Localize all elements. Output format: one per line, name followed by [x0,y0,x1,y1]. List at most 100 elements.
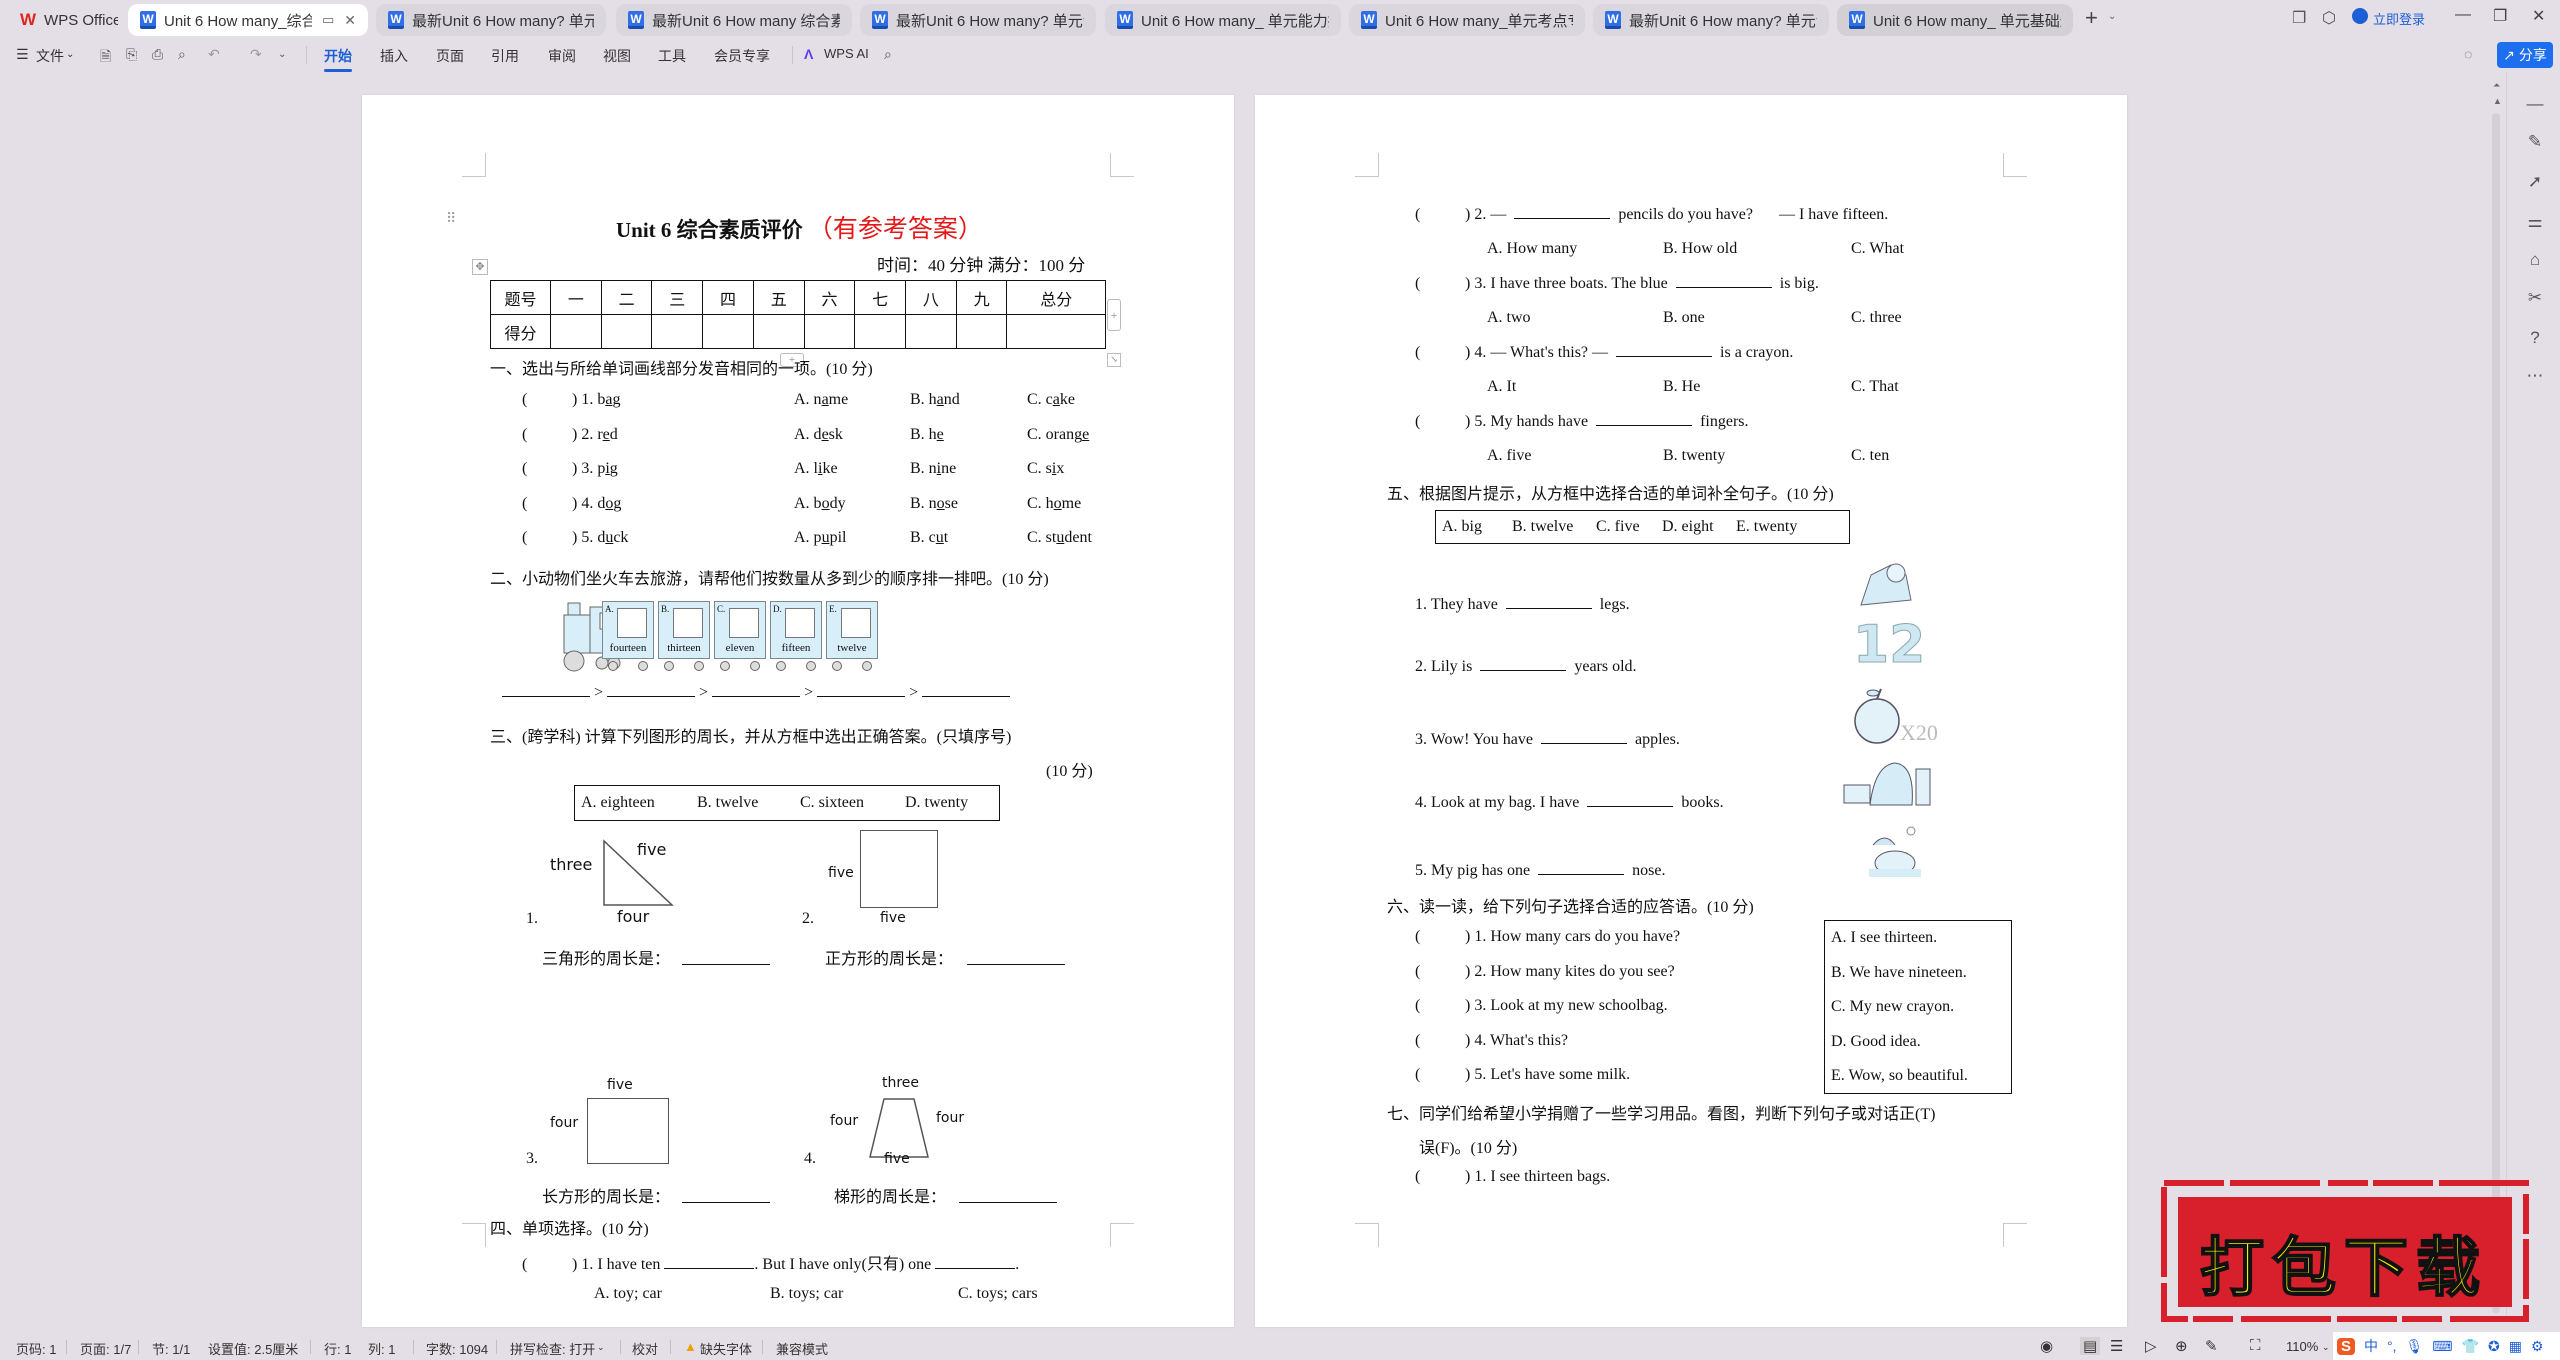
monitor-icon[interactable]: ▭ [322,12,334,28]
score-cell[interactable] [550,314,602,349]
keyboard-icon[interactable]: ⌨ [2432,1338,2452,1355]
answer-blank[interactable] [1505,595,1592,609]
page-view-icon[interactable]: ▤ [2080,1337,2101,1355]
pen-icon[interactable]: ✎ [2525,132,2545,152]
tab-document[interactable]: W 最新Unit 6 How many? 单元专项复 [860,4,1096,36]
document-page-right[interactable]: () 2. — pencils do you have? — I have fift… [1255,95,2127,1327]
answer-paren[interactable]: ( [1415,1168,1465,1186]
answer-paren[interactable]: ( [522,529,572,547]
word-count[interactable]: 字数: 1094 [426,1339,488,1358]
tab-document[interactable]: W Unit 6 How many_ 单元能力提升卷 [1105,4,1341,36]
apps-icon[interactable]: ▦ [2509,1338,2522,1355]
close-tab-icon[interactable]: ✕ [344,12,356,29]
tab-document-active[interactable]: W Unit 6 How many_综合素质评价 ▭ ✕ [128,4,368,36]
shop-icon[interactable]: ⌂ [2525,250,2545,270]
settings-icon[interactable]: ⚙ [2531,1338,2544,1355]
answer-blank[interactable] [1480,657,1567,671]
eye-protection-icon[interactable]: ◉ [2040,1337,2053,1355]
answer-blank[interactable] [959,1189,1057,1203]
tab-document[interactable]: W Unit 6 How many_ 单元基础达标卷 [1837,4,2073,36]
pen-mode-icon[interactable]: ✎ [2205,1337,2218,1355]
score-cell[interactable] [752,314,805,349]
user-avatar-icon[interactable] [2352,8,2368,24]
window-layout-icon[interactable]: ❐ [2292,8,2306,28]
answer-blank[interactable] [682,951,770,965]
tab-document[interactable]: W 最新Unit 6 How many? 单元专项复习 [376,4,606,36]
play-icon[interactable]: ▷ [2145,1337,2157,1355]
scroll-up-arrow[interactable]: ▲ [2493,96,2502,106]
menu-icon[interactable]: ☰ [16,46,29,63]
web-view-icon[interactable]: ⊕ [2175,1337,2188,1355]
answer-paren[interactable]: ( [1415,1032,1465,1050]
export-icon[interactable]: ⎘ [126,46,137,63]
answer-blank[interactable] [682,1189,770,1203]
answer-blank[interactable] [935,1255,1016,1269]
table-move-icon[interactable]: ✥ [472,259,488,275]
answer-paren[interactable]: ( [1415,963,1465,981]
answer-blank[interactable] [1616,343,1713,357]
save-icon[interactable]: 🗎 [100,46,111,70]
answer-paren[interactable]: ( [522,1256,572,1274]
cube-icon[interactable]: ⬡ [2322,8,2336,28]
drag-handle-icon[interactable]: ⠿ [446,211,456,228]
more-options-icon[interactable]: ⋯ [2525,366,2545,386]
score-cell[interactable] [600,314,653,349]
sliders-icon[interactable]: ⚌ [2525,212,2545,232]
comment-icon[interactable]: ◌ [2464,46,2472,62]
download-banner[interactable]: 打包下载 [2160,1175,2530,1325]
answer-paren[interactable]: ( [1415,206,1465,224]
score-cell[interactable] [1006,314,1106,349]
answer-blank[interactable] [967,951,1065,965]
game-icon[interactable]: ✪ [2488,1338,2500,1355]
print-icon[interactable]: ⎙ [152,46,163,63]
score-cell[interactable] [803,314,856,349]
answer-paren[interactable]: ( [1415,275,1465,293]
tab-document[interactable]: W 最新Unit 6 How many? 单元专项复 [1593,4,1829,36]
skin-icon[interactable]: 👕 [2462,1338,2479,1355]
missing-font-button[interactable]: 缺失字体 [700,1339,752,1358]
redo-icon[interactable]: ↷ [250,46,262,63]
score-cell[interactable] [854,314,907,349]
collapse-icon[interactable]: — [2525,94,2545,114]
tab-page[interactable]: 页面 [436,46,464,66]
proofread-button[interactable]: 校对 [632,1339,658,1358]
tab-review[interactable]: 审阅 [548,46,576,66]
tab-wps-home[interactable]: W WPS Office [8,4,118,36]
answer-blank[interactable] [712,683,801,697]
tab-document[interactable]: W Unit 6 How many_单元考点专项评价 [1349,4,1585,36]
file-chevron-icon[interactable]: ⌄ [66,49,74,60]
answer-paren[interactable]: ( [522,460,572,478]
tab-insert[interactable]: 插入 [380,46,408,66]
more-chevron-icon[interactable]: ⌄ [278,49,286,60]
answer-blank[interactable] [607,683,696,697]
compat-mode[interactable]: 兼容模式 [776,1339,828,1358]
wps-ai-button[interactable]: WPS AI [824,46,869,61]
spell-check-toggle[interactable]: 拼写检查: 打开 [510,1339,595,1358]
new-tab-button[interactable]: + [2085,5,2098,31]
file-menu[interactable]: 文件 [36,46,64,66]
answer-blank[interactable] [922,683,1011,697]
zoom-level[interactable]: 110% [2286,1339,2318,1354]
answer-blank[interactable] [502,683,590,697]
search-icon[interactable]: ⌕ [884,46,892,63]
ime-mode[interactable]: 中 [2364,1336,2378,1356]
document-page-left[interactable]: ⠿ Unit 6 综合素质评价 （有参考答案） 时间：40 分钟 满分：100 … [362,95,1234,1327]
answer-paren[interactable]: ( [1415,1066,1465,1084]
answer-paren[interactable]: ( [1415,344,1465,362]
answer-blank[interactable] [1514,205,1611,219]
answer-blank[interactable] [664,1255,755,1269]
answer-blank[interactable] [1540,730,1627,744]
score-cell[interactable] [702,314,754,349]
login-link[interactable]: 立即登录 [2373,9,2425,28]
print-preview-icon[interactable]: ⌕ [178,46,186,63]
answer-blank[interactable] [817,683,906,697]
add-column-button[interactable]: + [1107,299,1121,331]
zoom-chevron-icon[interactable]: ⌄ [2322,1342,2330,1353]
tab-home[interactable]: 开始 [324,46,352,72]
tab-tools[interactable]: 工具 [658,46,686,66]
score-cell[interactable] [905,314,957,349]
answer-paren[interactable]: ( [1415,997,1465,1015]
answer-paren[interactable]: ( [522,495,572,513]
vertical-scrollbar[interactable] [2492,113,2500,1313]
ime-punct[interactable]: °, [2387,1338,2397,1354]
